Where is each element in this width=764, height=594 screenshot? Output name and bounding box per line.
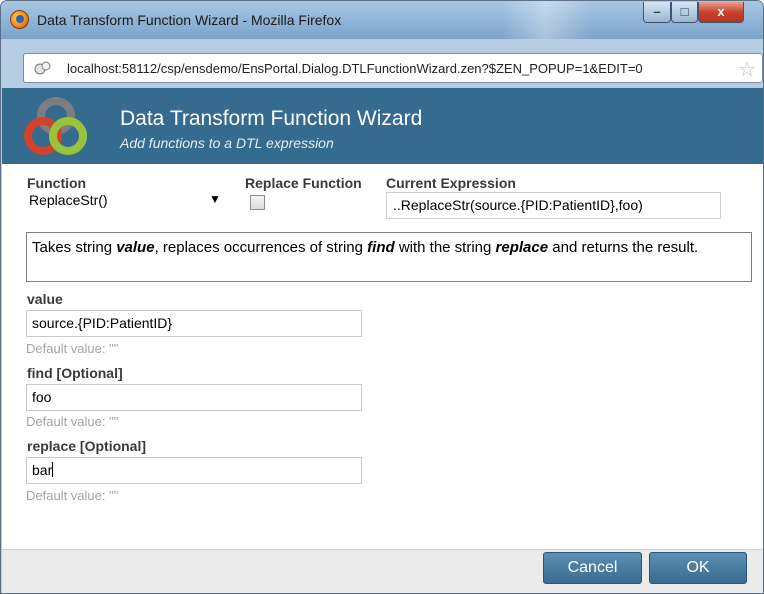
current-expression-label: Current Expression — [386, 175, 516, 191]
description-text: with the string — [394, 239, 496, 256]
window-title: Data Transform Function Wizard - Mozilla… — [37, 12, 342, 28]
description-text: , replaces occurrences of string — [154, 239, 368, 256]
text-caret — [52, 462, 54, 477]
param-input-replace[interactable]: bar — [26, 457, 362, 484]
wizard-header: Data Transform Function Wizard Add funct… — [2, 88, 763, 164]
param-hint-replace: Default value: "" — [26, 488, 119, 503]
function-label: Function — [27, 175, 87, 191]
wizard-title: Data Transform Function Wizard — [120, 107, 423, 130]
description-keyword-replace: replace — [495, 239, 549, 256]
description-keyword-value: value — [116, 239, 155, 256]
wizard-subtitle: Add functions to a DTL expression — [120, 135, 334, 151]
minimize-button[interactable]: – — [643, 2, 671, 23]
description-keyword-find: find — [367, 239, 395, 256]
ok-button[interactable]: OK — [649, 552, 747, 584]
title-bar-glow — [501, 1, 591, 39]
param-input-replace-text: bar — [32, 462, 53, 478]
site-identity-icon[interactable] — [34, 60, 52, 76]
url-text[interactable]: localhost:58112/csp/ensdemo/EnsPortal.Di… — [67, 61, 643, 76]
replace-function-label: Replace Function — [245, 175, 362, 191]
title-bar: Data Transform Function Wizard - Mozilla… — [1, 1, 763, 39]
function-select-value: ReplaceStr() — [29, 192, 108, 208]
param-input-find[interactable]: foo — [26, 384, 362, 411]
description-text: Takes string — [32, 239, 117, 256]
bookmark-star-icon[interactable]: ☆ — [738, 57, 756, 82]
param-hint-value: Default value: "" — [26, 341, 119, 356]
current-expression-field[interactable]: ..ReplaceStr(source.{PID:PatientID},foo) — [386, 192, 721, 219]
param-label-value: value — [27, 291, 63, 307]
dropdown-arrow-icon[interactable]: ▼ — [209, 192, 221, 206]
browser-window: Data Transform Function Wizard - Mozilla… — [0, 0, 764, 594]
function-description: Takes string value, replaces occurrences… — [26, 232, 752, 282]
function-select[interactable]: ReplaceStr() ▼ — [29, 192, 229, 214]
close-button[interactable]: x — [698, 2, 744, 23]
address-bar[interactable]: localhost:58112/csp/ensdemo/EnsPortal.Di… — [23, 53, 763, 83]
param-input-value[interactable]: source.{PID:PatientID} — [26, 310, 362, 337]
description-text: and returns the result. — [548, 239, 699, 256]
param-hint-find: Default value: "" — [26, 414, 119, 429]
ensemble-logo-icon — [24, 97, 87, 155]
param-label-find: find [Optional] — [27, 365, 123, 381]
param-label-replace: replace [Optional] — [27, 438, 147, 454]
firefox-icon — [10, 10, 29, 29]
cancel-button[interactable]: Cancel — [543, 552, 642, 584]
maximize-button[interactable]: □ — [671, 2, 698, 23]
replace-function-checkbox[interactable] — [250, 195, 265, 210]
